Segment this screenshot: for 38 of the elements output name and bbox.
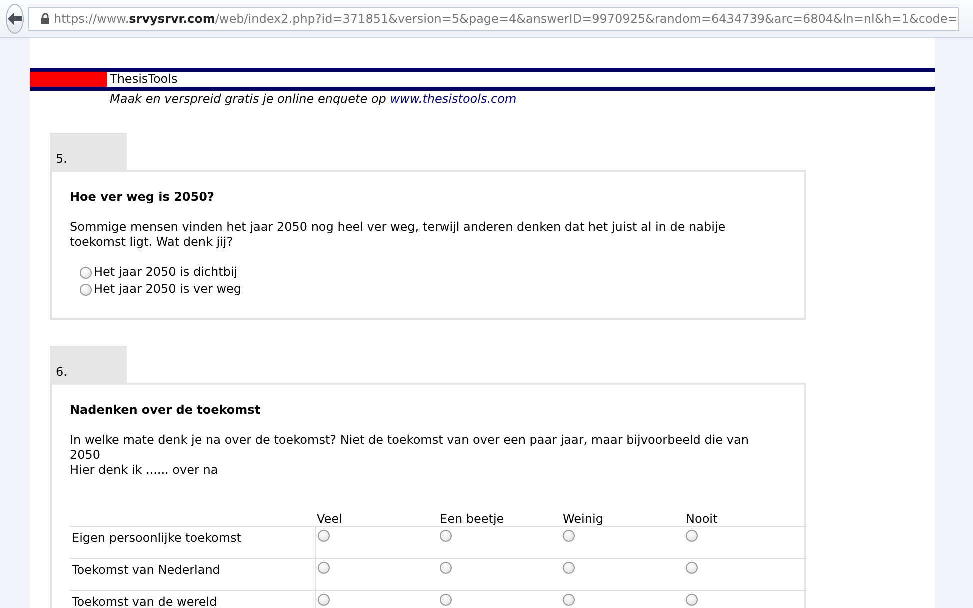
radio-button[interactable] [563,594,575,606]
radio-button[interactable] [440,594,452,606]
radio-button[interactable] [80,284,92,296]
back-button[interactable] [6,4,24,34]
row-label: Toekomst van Nederland [70,558,315,590]
tagline: Maak en verspreid gratis je online enquete op www.thesistools.com [109,91,518,107]
column-header: Veel [315,512,438,526]
radio-button[interactable] [80,266,92,278]
question-text: Hier denk ik ...... over na [70,463,220,478]
question-text: Sommige mensen vinden het jaar 2050 nog heel ver weg, terwijl anderen denken dat het juist al in de nabije toekomst ligt. Wat denk jij? [70,220,727,250]
radio-button[interactable] [686,530,698,542]
radio-button[interactable] [318,594,330,606]
website-link[interactable]: www.thesistools.com [390,92,517,106]
row-label: Toekomst van de wereld [70,590,315,608]
radio-button[interactable] [440,562,452,574]
question-title: Hoe ver weg is 2050? [70,189,216,206]
radio-button[interactable] [318,530,330,542]
back-arrow-icon [7,12,23,26]
lock-icon [41,13,50,24]
url-text: https://www.srvysrvr.com/web/index2.php?id=371851&version=5&page=4&answerID=9970925&random=6434739&arc=6804&ln=nl&h=1&code= [54,10,958,28]
radio-button[interactable] [563,530,575,542]
question-title: Nadenken over de toekomst [70,402,262,419]
answer-option[interactable]: Het jaar 2050 is dichtbij [80,264,754,281]
question-text: In welke mate denk je na over de toekomst? Niet de toekomst van over een paar jaar, maar bijvoorbeeld die van 2050 [70,433,750,463]
radio-button[interactable] [686,594,698,606]
radio-button[interactable] [440,530,452,542]
column-header: Nooit [684,512,807,526]
radio-button[interactable] [563,562,575,574]
question-number: 6. [50,346,127,383]
answer-option[interactable]: Het jaar 2050 is ver weg [80,281,754,298]
column-header: Weinig [561,512,684,526]
radio-button[interactable] [686,562,698,574]
question-number: 5. [50,133,127,170]
row-label: Eigen persoonlijke toekomst [70,526,315,558]
column-header: Een beetje [438,512,561,526]
brand-name: ThesisTools [109,72,178,87]
address-field[interactable]: https://www.srvysrvr.com/web/index2.php?id=371851&version=5&page=4&answerID=9970925&random=6434739&arc=6804&ln=nl&h=1&code= [28,6,959,30]
radio-button[interactable] [318,562,330,574]
